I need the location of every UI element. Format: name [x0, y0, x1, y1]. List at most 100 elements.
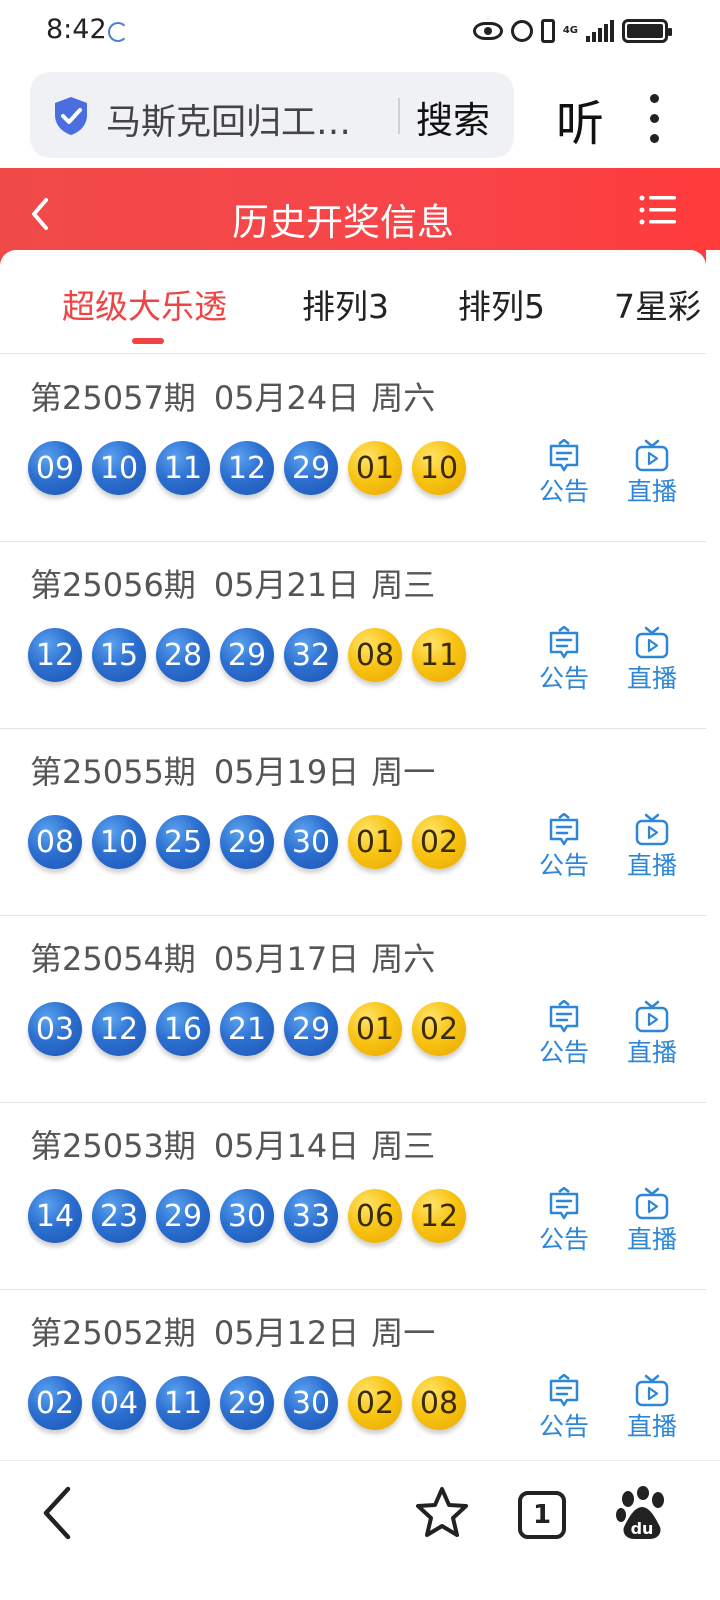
tv-play-icon [635, 813, 669, 846]
live-label: 直播 [626, 664, 677, 693]
page-title: 历史开奖信息 [232, 201, 454, 244]
draw-date: 05月21日 [213, 566, 360, 604]
draw-info: 第25056期 05月21日 周三 [30, 560, 435, 606]
tab-7-star[interactable]: 7星彩 [614, 280, 701, 328]
notice-label: 公告 [538, 477, 589, 506]
back-number-ball: 02 [348, 1376, 402, 1430]
svg-text:du: du [631, 1519, 654, 1538]
tv-play-icon [635, 1000, 669, 1033]
winning-numbers: 12 15 28 29 32 08 11 [28, 628, 466, 682]
back-number-ball: 11 [412, 628, 466, 682]
draw-row[interactable]: 第25057期 05月24日 周六 09 10 11 12 29 01 10 公告 直播 [0, 355, 706, 542]
notice-label: 公告 [538, 1038, 589, 1067]
live-label: 直播 [626, 477, 677, 506]
page: 8:42 4G 马斯克回归工… 搜索 听 历史开奖信息 超级大乐透 排列3 排列… [0, 0, 720, 1600]
front-number-ball: 11 [156, 1376, 210, 1430]
live-button[interactable]: 直播 [622, 1187, 682, 1257]
back-number-ball: 01 [348, 815, 402, 869]
signal-icon [586, 20, 614, 42]
address-bar[interactable]: 马斯克回归工… 搜索 [30, 72, 514, 158]
draw-weekday: 周一 [371, 1314, 436, 1352]
draw-info: 第25052期 05月12日 周一 [30, 1308, 435, 1354]
vibrate-icon [540, 19, 555, 43]
draw-row[interactable]: 第25056期 05月21日 周三 12 15 28 29 32 08 11 公告 直播 [0, 542, 706, 729]
tv-play-icon [635, 439, 669, 472]
draw-date: 05月19日 [213, 753, 360, 791]
notice-button[interactable]: 公告 [534, 626, 594, 696]
baidu-paw-icon[interactable]: du [614, 1485, 670, 1541]
tab-pailie-5[interactable]: 排列5 [458, 280, 545, 328]
front-number-ball: 14 [28, 1189, 82, 1243]
front-number-ball: 30 [284, 1376, 338, 1430]
notice-icon [549, 813, 579, 846]
notice-button[interactable]: 公告 [534, 1000, 594, 1070]
front-number-ball: 12 [28, 628, 82, 682]
winning-numbers: 09 10 11 12 29 01 10 [28, 441, 466, 495]
draw-weekday: 周三 [371, 1127, 436, 1165]
more-options-icon[interactable] [640, 92, 668, 144]
draw-row[interactable]: 第25053期 05月14日 周三 14 23 29 30 33 06 12 公告 直播 [0, 1103, 706, 1290]
live-button[interactable]: 直播 [622, 1374, 682, 1444]
front-number-ball: 29 [220, 1376, 274, 1430]
shield-icon [55, 97, 87, 135]
front-number-ball: 29 [220, 815, 274, 869]
list-menu-icon[interactable] [638, 192, 678, 228]
battery-icon [622, 19, 672, 43]
back-number-ball: 01 [348, 441, 402, 495]
browser-bottom-nav: 1 du [0, 1460, 720, 1600]
alarm-icon [510, 20, 533, 42]
notice-button[interactable]: 公告 [534, 813, 594, 883]
live-label: 直播 [626, 1038, 677, 1067]
draw-row[interactable]: 第25052期 05月12日 周一 02 04 11 29 30 02 08 公告 直播 [0, 1290, 706, 1477]
notice-label: 公告 [538, 664, 589, 693]
notice-button[interactable]: 公告 [534, 1374, 594, 1444]
front-number-ball: 12 [92, 1002, 146, 1056]
live-button[interactable]: 直播 [622, 439, 682, 509]
front-number-ball: 03 [28, 1002, 82, 1056]
listen-button[interactable]: 听 [556, 84, 604, 154]
draw-row[interactable]: 第25054期 05月17日 周六 03 12 16 21 29 01 02 公告 直播 [0, 916, 706, 1103]
live-button[interactable]: 直播 [622, 626, 682, 696]
bookmark-star-icon[interactable] [414, 1485, 470, 1541]
draw-date: 05月24日 [213, 379, 360, 417]
draw-issue: 第25052期 [30, 1314, 196, 1352]
draw-history-list: 第25057期 05月24日 周六 09 10 11 12 29 01 10 公告 直播 第25056期… [0, 355, 706, 1477]
draw-info: 第25054期 05月17日 周六 [30, 934, 435, 980]
back-icon[interactable] [38, 1483, 78, 1543]
tab-super-lotto[interactable]: 超级大乐透 [62, 280, 227, 328]
draw-issue: 第25056期 [30, 566, 196, 604]
status-icons: 4G [472, 16, 672, 46]
front-number-ball: 29 [220, 628, 274, 682]
front-number-ball: 23 [92, 1189, 146, 1243]
draw-info: 第25057期 05月24日 周六 [30, 373, 435, 419]
draw-weekday: 周六 [371, 379, 436, 417]
draw-row[interactable]: 第25055期 05月19日 周一 08 10 25 29 30 01 02 公告 直播 [0, 729, 706, 916]
draw-weekday: 周六 [371, 940, 436, 978]
draw-info: 第25053期 05月14日 周三 [30, 1121, 435, 1167]
live-label: 直播 [626, 851, 677, 880]
front-number-ball: 16 [156, 1002, 210, 1056]
tab-pailie-3[interactable]: 排列3 [302, 280, 389, 328]
live-button[interactable]: 直播 [622, 813, 682, 883]
draw-weekday: 周三 [371, 566, 436, 604]
search-button[interactable]: 搜索 [416, 90, 490, 144]
notice-icon [549, 626, 579, 659]
front-number-ball: 29 [284, 1002, 338, 1056]
front-number-ball: 12 [220, 441, 274, 495]
notice-button[interactable]: 公告 [534, 1187, 594, 1257]
live-button[interactable]: 直播 [622, 1000, 682, 1070]
front-number-ball: 30 [220, 1189, 274, 1243]
back-number-ball: 02 [412, 815, 466, 869]
back-number-ball: 08 [412, 1376, 466, 1430]
back-number-ball: 02 [412, 1002, 466, 1056]
draw-date: 05月17日 [213, 940, 360, 978]
tv-play-icon [635, 1374, 669, 1407]
tv-play-icon [635, 626, 669, 659]
tabs-count-button[interactable]: 1 [518, 1491, 566, 1539]
back-number-ball: 08 [348, 628, 402, 682]
draw-issue: 第25057期 [30, 379, 196, 417]
eye-icon [472, 22, 503, 40]
notice-button[interactable]: 公告 [534, 439, 594, 509]
page-title-in-address-bar[interactable]: 马斯克回归工… [106, 94, 382, 145]
back-number-ball: 01 [348, 1002, 402, 1056]
